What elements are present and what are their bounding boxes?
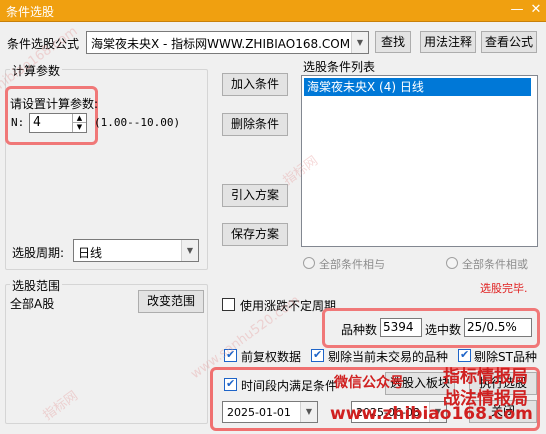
period-value: 日线 [78, 246, 103, 260]
spin-up-icon[interactable]: ▲ [72, 114, 86, 123]
remove-condition-button[interactable]: 删除条件 [222, 113, 288, 136]
param-prompt: 请设置计算参数: [10, 97, 99, 111]
param-n-input[interactable]: 4 ▲ ▼ [29, 113, 87, 133]
calendar-dropdown-icon: ▼ [300, 402, 317, 422]
status-done: 选股完毕. [480, 282, 528, 295]
selected-count-label: 选中数 [425, 323, 462, 337]
selected-count-value: 25/0.5% [464, 318, 532, 337]
add-condition-button[interactable]: 加入条件 [222, 73, 288, 96]
condition-list-item[interactable]: 海棠夜未央X (4) 日线 [304, 78, 531, 96]
irregular-period-checkbox[interactable] [222, 298, 235, 311]
scope-legend: 选股范围 [10, 277, 63, 294]
chevron-down-icon: ▼ [181, 240, 198, 261]
close-window-button[interactable]: ✕ [527, 2, 545, 19]
exclude-st-checkbox[interactable] [458, 348, 471, 362]
param-label: N: [11, 116, 25, 129]
period-select[interactable]: 日线 ▼ [73, 239, 199, 262]
all-or-radio[interactable] [446, 257, 458, 269]
watermark-wechat: 微信公众号 [334, 375, 404, 391]
param-range: (1.00--10.00) [94, 116, 181, 129]
change-scope-button[interactable]: 改变范围 [138, 290, 204, 313]
scope-value: 全部A股 [10, 297, 55, 311]
start-date-picker[interactable]: 2025-01-01 ▼ [222, 401, 318, 423]
import-scheme-button[interactable]: 引入方案 [222, 184, 288, 207]
param-n-value: 4 [33, 115, 41, 130]
all-and-label: 全部条件相与 [319, 258, 385, 271]
formula-select-value: 海棠夜未央X - 指标网WWW.ZHIBIAO168.COM [91, 37, 349, 51]
formula-select[interactable]: 海棠夜未央X - 指标网WWW.ZHIBIAO168.COM ▼ [86, 31, 369, 54]
condition-list[interactable]: 海棠夜未央X (4) 日线 [301, 75, 538, 247]
total-count-label: 品种数 [341, 323, 378, 337]
exclude-untraded-label: 剔除当前未交易的品种 [328, 350, 449, 364]
view-formula-button[interactable]: 查看公式 [481, 31, 537, 53]
save-scheme-button[interactable]: 保存方案 [222, 223, 288, 246]
period-label: 选股周期: [12, 246, 65, 260]
all-and-radio[interactable] [303, 257, 315, 269]
total-count-value: 5394 [380, 318, 422, 337]
condition-list-label: 选股条件列表 [303, 60, 376, 74]
exclude-untraded-checkbox[interactable] [311, 348, 324, 362]
spin-down-icon[interactable]: ▼ [72, 123, 86, 132]
start-date-value: 2025-01-01 [227, 406, 291, 419]
time-range-label: 时间段内满足条件 [241, 379, 338, 393]
watermark-url: www.zhibiao168.com [330, 404, 533, 424]
window-title: 条件选股 [6, 5, 55, 19]
find-button[interactable]: 查找 [375, 31, 411, 53]
chevron-down-icon: ▼ [351, 32, 368, 53]
usage-notes-button[interactable]: 用法注释 [420, 31, 476, 53]
time-range-checkbox[interactable] [224, 377, 237, 391]
adjusted-data-label: 前复权数据 [241, 350, 302, 364]
title-bar: 条件选股 — ✕ [0, 0, 546, 22]
all-or-label: 全部条件相或 [462, 258, 528, 271]
minimize-button[interactable]: — [508, 2, 526, 19]
